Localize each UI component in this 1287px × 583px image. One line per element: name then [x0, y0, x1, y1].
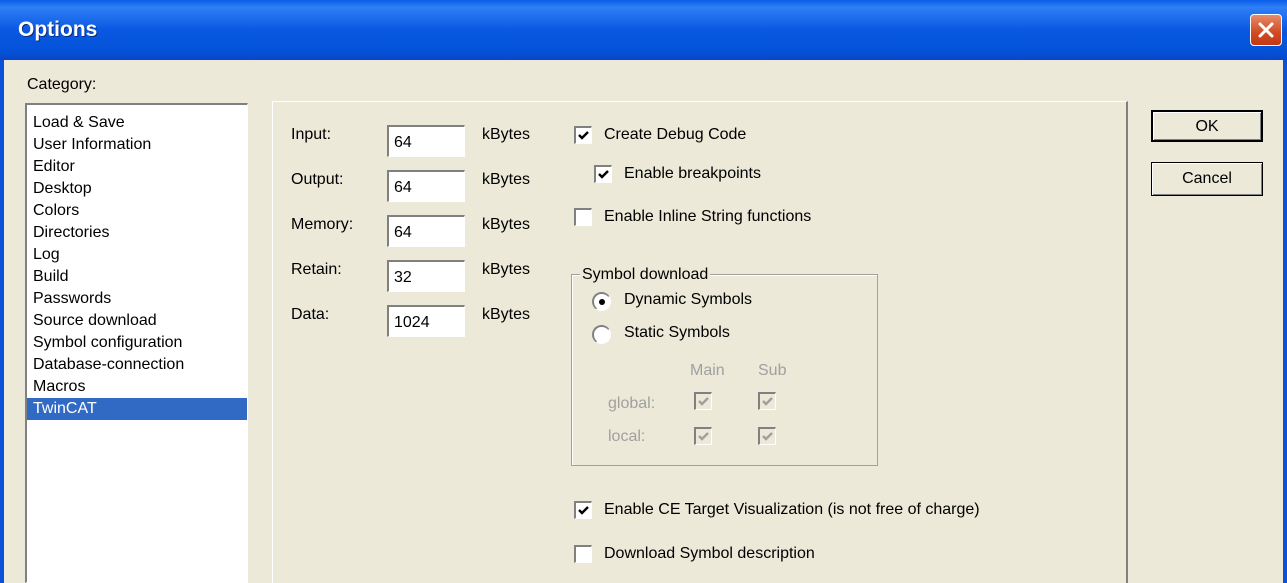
static-symbols-label[interactable]: Static Symbols [624, 324, 730, 342]
enable-inline-string-checkbox[interactable] [574, 208, 592, 226]
create-debug-code-checkbox[interactable] [574, 126, 592, 144]
static-symbols-radio[interactable] [592, 325, 611, 344]
enable-breakpoints-label[interactable]: Enable breakpoints [624, 165, 761, 183]
create-debug-code-label[interactable]: Create Debug Code [604, 126, 746, 144]
download-symbol-description-label[interactable]: Download Symbol description [604, 545, 815, 563]
memory-size-field[interactable]: 64 [387, 215, 465, 247]
dynamic-symbols-label[interactable]: Dynamic Symbols [624, 291, 752, 309]
download-symbol-description-checkbox[interactable] [574, 545, 592, 563]
retain-size-field[interactable]: 32 [387, 260, 465, 292]
category-item[interactable]: Log [33, 244, 243, 266]
cancel-button[interactable]: Cancel [1151, 162, 1263, 196]
global-row-label: global: [608, 395, 656, 412]
ok-button[interactable]: OK [1151, 110, 1263, 142]
category-item[interactable]: Macros [33, 376, 243, 398]
data-unit: kBytes [482, 306, 531, 323]
output-unit: kBytes [482, 171, 531, 188]
category-item[interactable]: Database-connection [33, 354, 243, 376]
enable-breakpoints-checkbox[interactable] [594, 165, 612, 183]
window-frame-left [0, 60, 4, 583]
category-item[interactable]: Desktop [33, 178, 243, 200]
global-sub-checkbox[interactable] [758, 392, 776, 410]
category-item[interactable]: Passwords [33, 288, 243, 310]
category-item[interactable]: Build [33, 266, 243, 288]
category-item[interactable]: User Information [33, 134, 243, 156]
checkmark-icon [762, 432, 773, 441]
memory-label: Memory: [291, 216, 354, 233]
category-item[interactable]: Colors [33, 200, 243, 222]
checkmark-icon [762, 397, 773, 406]
close-icon [1258, 22, 1274, 38]
retain-label: Retain: [291, 261, 342, 278]
radio-dot-icon [599, 299, 605, 305]
category-item-selected[interactable]: TwinCAT [27, 398, 247, 420]
memory-unit: kBytes [482, 216, 531, 233]
input-size-field[interactable]: 64 [387, 125, 465, 157]
global-main-checkbox[interactable] [694, 392, 712, 410]
enable-inline-string-label[interactable]: Enable Inline String functions [604, 208, 811, 226]
local-main-checkbox[interactable] [694, 427, 712, 445]
dynamic-symbols-radio[interactable] [592, 292, 611, 311]
checkmark-icon [698, 397, 709, 406]
title-bar[interactable] [0, 0, 1287, 60]
checkmark-icon [698, 432, 709, 441]
window-title: Options [18, 18, 98, 41]
output-label: Output: [291, 171, 344, 188]
checkmark-icon [578, 131, 589, 140]
input-label: Input: [291, 126, 332, 143]
data-label: Data: [291, 306, 330, 323]
category-label: Category: [27, 76, 97, 93]
input-unit: kBytes [482, 126, 531, 143]
local-sub-checkbox[interactable] [758, 427, 776, 445]
local-row-label: local: [608, 428, 646, 445]
category-list[interactable]: Load & Save User Information Editor Desk… [25, 103, 248, 583]
window-frame-right [1283, 60, 1287, 583]
close-button[interactable] [1250, 14, 1282, 46]
data-size-field[interactable]: 1024 [387, 305, 465, 337]
checkmark-icon [578, 506, 589, 515]
enable-ce-target-checkbox[interactable] [574, 501, 592, 519]
category-item[interactable]: Source download [33, 310, 243, 332]
retain-unit: kBytes [482, 261, 531, 278]
main-column-label: Main [690, 362, 725, 379]
symbol-download-label: Symbol download [580, 266, 711, 284]
category-item[interactable]: Editor [33, 156, 243, 178]
checkmark-icon [598, 170, 609, 179]
enable-ce-target-label[interactable]: Enable CE Target Visualization (is not f… [604, 501, 980, 519]
category-item[interactable]: Symbol configuration [33, 332, 243, 354]
sub-column-label: Sub [758, 362, 787, 379]
output-size-field[interactable]: 64 [387, 170, 465, 202]
category-item[interactable]: Load & Save [33, 112, 243, 134]
category-item[interactable]: Directories [33, 222, 243, 244]
